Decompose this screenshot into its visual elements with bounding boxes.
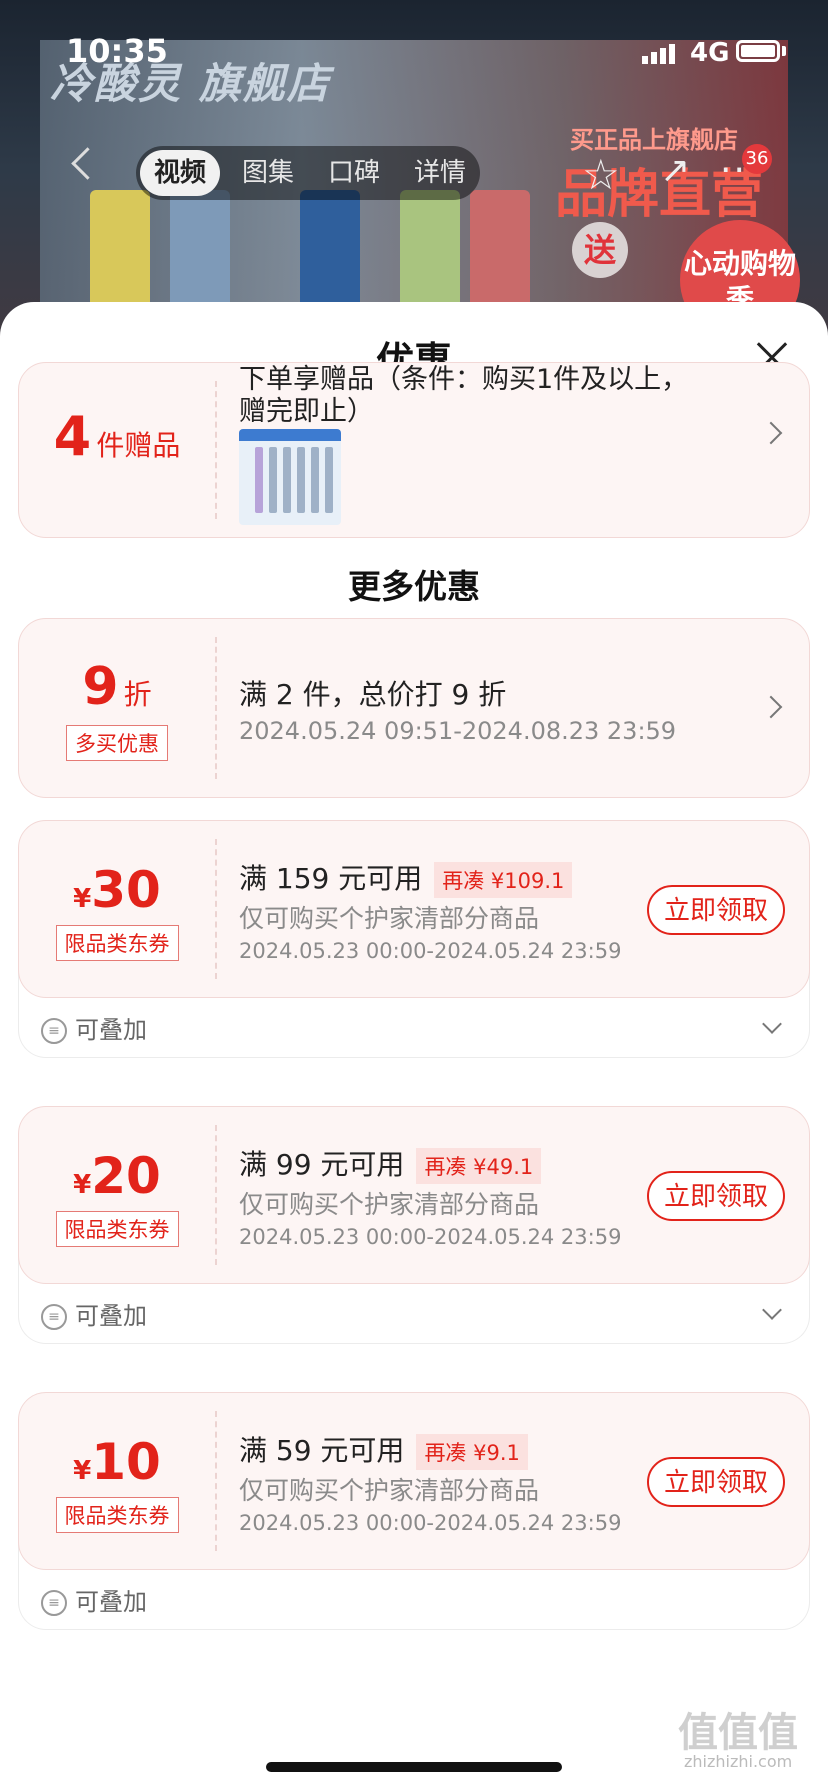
promotion-sheet: 优惠 4 件赠品 下单享赠品（条件：购买1件及以上， 赠完即止） 更多优惠 9: [0, 302, 828, 1792]
coupon-amount: 20: [91, 1147, 161, 1205]
favorite-icon[interactable]: ☆: [582, 150, 620, 199]
coupon-currency: ¥: [73, 884, 92, 914]
tab-video[interactable]: 视频: [140, 150, 220, 196]
coupon-need-badge: 再凑 ¥9.1: [416, 1434, 528, 1470]
coupon-condition: 满 99 元可用: [239, 1148, 405, 1181]
gift-count-label: 件赠品: [96, 429, 181, 462]
discount-value: 9: [82, 657, 119, 717]
coupon-amount: 10: [91, 1433, 161, 1491]
stack-icon: ≡: [41, 1590, 67, 1616]
card-divider: [215, 637, 217, 779]
stack-label: 可叠加: [75, 1016, 147, 1044]
coupon-scope: 仅可购买个护家清部分商品: [239, 1190, 540, 1219]
discount-card[interactable]: 9 折 多买优惠 满 2 件，总价打 9 折 2024.05.24 09:51-…: [18, 618, 810, 798]
discount-tag: 多买优惠: [66, 725, 168, 761]
status-time: 10:35: [66, 32, 168, 70]
card-divider: [215, 1411, 217, 1551]
tab-gallery[interactable]: 图集: [228, 146, 308, 200]
home-indicator[interactable]: [266, 1762, 562, 1772]
gift-card[interactable]: 4 件赠品 下单享赠品（条件：购买1件及以上， 赠完即止）: [18, 362, 810, 538]
discount-period: 2024.05.24 09:51-2024.08.23 23:59: [239, 717, 677, 745]
watermark-logo: 值值值: [678, 1710, 798, 1756]
discount-condition: 满 2 件，总价打 9 折: [239, 678, 507, 711]
chevron-down-icon[interactable]: [762, 1014, 782, 1034]
cart-count-badge: 36: [742, 144, 772, 174]
coupon-tag: 限品类东券: [55, 925, 179, 961]
chevron-right-icon: [759, 421, 783, 445]
coupon-currency: ¥: [73, 1170, 92, 1200]
watermark-url: zhizhizhi.com: [684, 1752, 793, 1771]
network-label: 4G: [690, 38, 730, 68]
coupon-condition: 满 159 元可用: [239, 862, 423, 895]
stack-icon: ≡: [41, 1304, 67, 1330]
coupon-card: ¥10 限品类东券 满 59 元可用 再凑 ¥9.1 仅可购买个护家清部分商品 2…: [18, 1392, 810, 1570]
coupon-need-badge: 再凑 ¥49.1: [416, 1148, 542, 1184]
coupon-amount: 30: [91, 861, 161, 919]
coupon-card: ¥20 限品类东券 满 99 元可用 再凑 ¥49.1 仅可购买个护家清部分商品 …: [18, 1106, 810, 1284]
card-divider: [215, 1125, 217, 1265]
tab-details[interactable]: 详情: [400, 146, 480, 200]
coupon-period: 2024.05.23 00:00-2024.05.24 23:59: [239, 1225, 622, 1249]
gift-left: 4 件赠品: [19, 363, 215, 537]
discount-unit: 折: [123, 678, 152, 711]
chevron-right-icon: [759, 695, 783, 719]
gift-count: 4: [53, 405, 92, 468]
battery-icon: [736, 40, 780, 62]
gift-product-image: [239, 429, 341, 525]
card-divider: [215, 381, 217, 519]
banner-gift-badge: 送: [572, 222, 628, 278]
chevron-down-icon[interactable]: [762, 1300, 782, 1320]
coupon-scope: 仅可购买个护家清部分商品: [239, 904, 540, 933]
battery-cap: [782, 46, 786, 56]
coupon-currency: ¥: [73, 1456, 92, 1486]
claim-button[interactable]: 立即领取: [647, 1457, 785, 1507]
coupon-condition: 满 59 元可用: [239, 1434, 405, 1467]
stack-icon: ≡: [41, 1018, 67, 1044]
coupon-period: 2024.05.23 00:00-2024.05.24 23:59: [239, 1511, 622, 1535]
coupon-tag: 限品类东券: [55, 1497, 179, 1533]
more-offers-title: 更多优惠: [348, 567, 480, 606]
coupon-period: 2024.05.23 00:00-2024.05.24 23:59: [239, 939, 622, 963]
claim-button[interactable]: 立即领取: [647, 885, 785, 935]
tab-reviews[interactable]: 口碑: [314, 146, 394, 200]
product-tabs: 视频 图集 口碑 详情: [136, 146, 480, 200]
coupon-tag: 限品类东券: [55, 1211, 179, 1247]
share-icon[interactable]: ↗: [660, 150, 690, 191]
gift-desc-line2: 赠完即止）: [239, 396, 374, 427]
signal-icon: [642, 44, 678, 64]
status-bar: 10:35 4G: [0, 0, 828, 100]
coupon-need-badge: 再凑 ¥109.1: [434, 862, 573, 898]
stack-label: 可叠加: [75, 1588, 147, 1616]
claim-button[interactable]: 立即领取: [647, 1171, 785, 1221]
coupon-card: ¥30 限品类东券 满 159 元可用 再凑 ¥109.1 仅可购买个护家清部分商…: [18, 820, 810, 998]
coupon-scope: 仅可购买个护家清部分商品: [239, 1476, 540, 1505]
discount-left: 9 折 多买优惠: [19, 619, 215, 797]
card-divider: [215, 839, 217, 979]
stack-label: 可叠加: [75, 1302, 147, 1330]
